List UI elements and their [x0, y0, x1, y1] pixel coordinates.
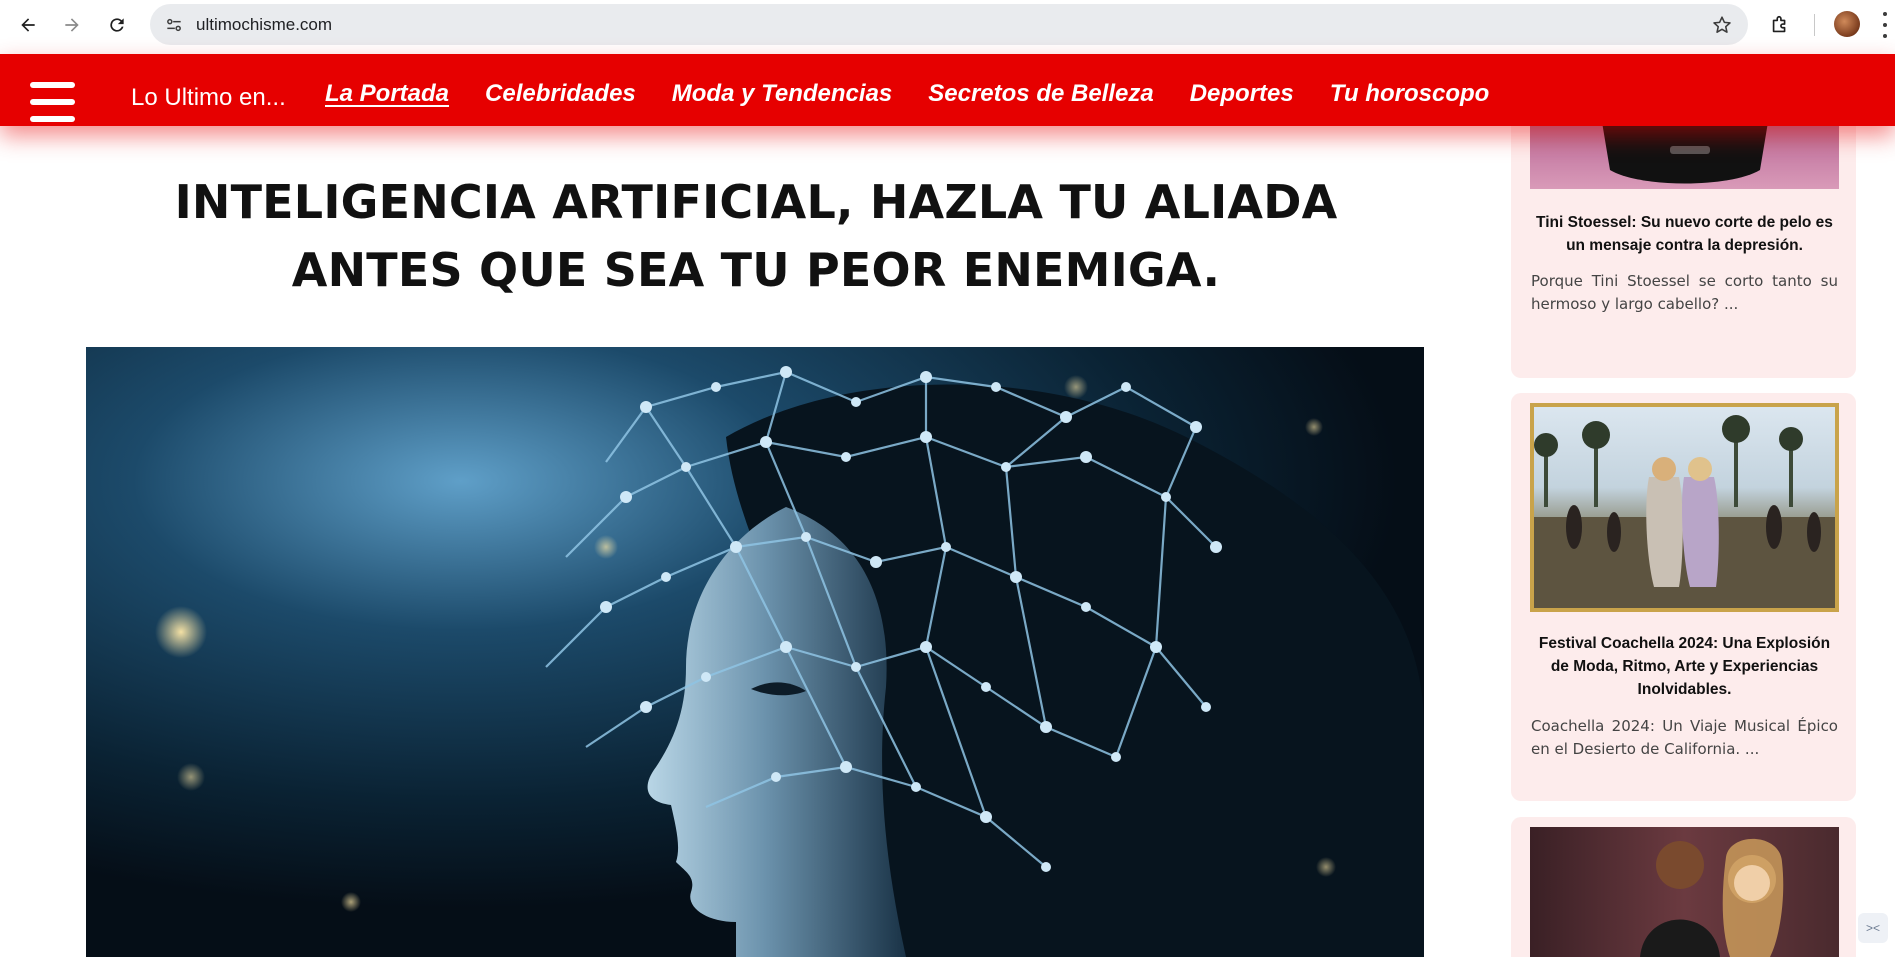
- nav-item-secretos-de-belleza[interactable]: Secretos de Belleza: [928, 80, 1153, 108]
- main-nav: La Portada Celebridades Moda y Tendencia…: [325, 80, 1525, 108]
- card-image[interactable]: [1530, 827, 1839, 957]
- reload-icon: [110, 18, 124, 32]
- nav-item-deportes[interactable]: Deportes: [1190, 80, 1294, 108]
- star-icon[interactable]: [1710, 13, 1734, 37]
- nav-item-celebridades[interactable]: Celebridades: [485, 80, 636, 108]
- article-title: INTELIGENCIA ARTIFICIAL, HAZLA TU ALIADA…: [174, 175, 1338, 297]
- kebab-menu-icon[interactable]: [1880, 12, 1890, 38]
- puzzle-icon[interactable]: [1765, 10, 1795, 40]
- tune-icon[interactable]: [162, 13, 186, 37]
- card-image[interactable]: [1530, 403, 1839, 612]
- avatar[interactable]: [1834, 11, 1860, 37]
- browser-toolbar: ultimochisme.com: [0, 0, 1895, 54]
- card-title[interactable]: Tini Stoessel: Su nuevo corte de pelo es…: [1533, 211, 1836, 257]
- sidebar-card[interactable]: Festival Coachella 2024: Una Explosión d…: [1511, 393, 1856, 801]
- arrow-left-icon: [21, 18, 35, 32]
- address-bar[interactable]: ultimochisme.com: [150, 4, 1748, 45]
- toolbar-divider: [1814, 14, 1815, 36]
- hamburger-icon[interactable]: [30, 82, 75, 122]
- card-title[interactable]: Festival Coachella 2024: Una Explosión d…: [1533, 632, 1836, 701]
- translate-widget-icon[interactable]: ><: [1858, 913, 1888, 943]
- sidebar-card[interactable]: [1511, 817, 1856, 957]
- card-excerpt: Coachella 2024: Un Viaje Musical Épico e…: [1531, 717, 1838, 758]
- back-button[interactable]: [12, 9, 44, 41]
- card-excerpt: Porque Tini Stoessel se corto tanto su h…: [1531, 272, 1838, 313]
- nav-item-la-portada[interactable]: La Portada: [325, 80, 449, 108]
- sidebar-card[interactable]: Tini Stoessel: Su nuevo corte de pelo es…: [1511, 110, 1856, 378]
- site-header: Lo Ultimo en... La Portada Celebridades …: [0, 54, 1895, 126]
- site-brand[interactable]: Lo Ultimo en...: [131, 84, 286, 112]
- nav-item-moda-y-tendencias[interactable]: Moda y Tendencias: [672, 80, 893, 108]
- ai-woman-neural-network-image: [86, 347, 1424, 957]
- arrow-right-icon: [65, 18, 79, 32]
- forward-button[interactable]: [56, 9, 88, 41]
- reload-button[interactable]: [101, 9, 133, 41]
- nav-item-tu-horoscopo[interactable]: Tu horoscopo: [1330, 80, 1490, 108]
- url-text[interactable]: ultimochisme.com: [196, 15, 332, 35]
